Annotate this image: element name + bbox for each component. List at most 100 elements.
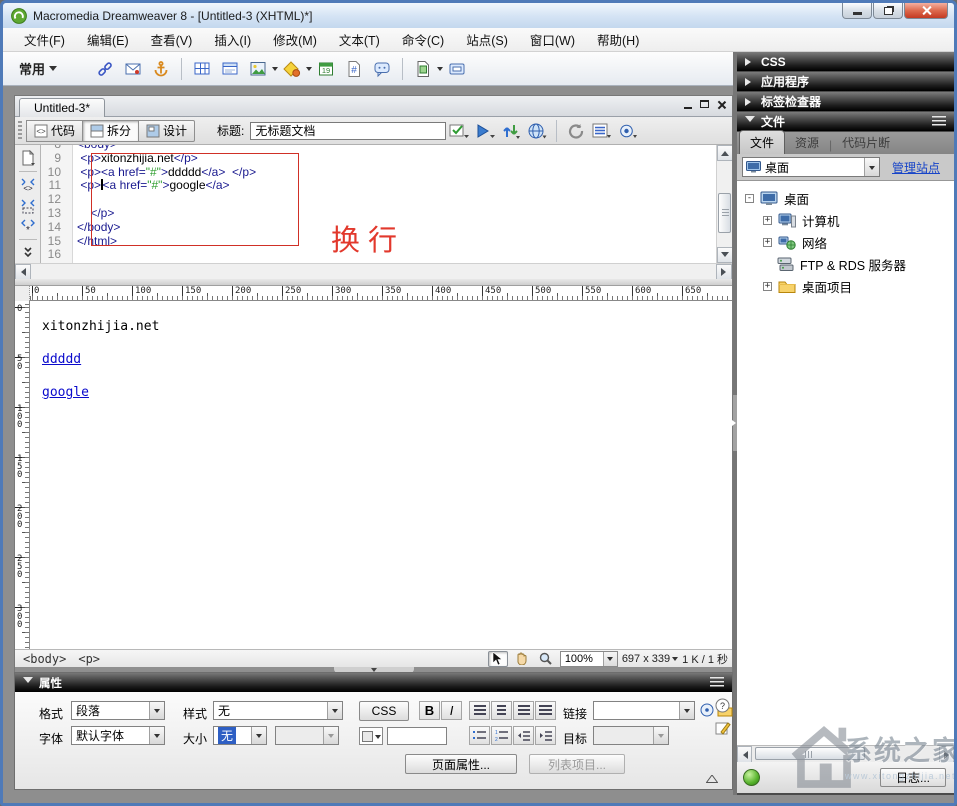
menu-site[interactable]: 站点(S) [455, 27, 519, 52]
style-select[interactable]: 无 [213, 701, 343, 720]
quick-tag-edit-icon[interactable] [715, 720, 731, 736]
code-line[interactable]: 10 <p><a href="#">ddddd</a> </p> [41, 166, 716, 180]
design-text[interactable]: xitonzhijia.net [42, 319, 159, 334]
css-button[interactable]: CSS [359, 701, 409, 721]
insert-div-icon[interactable] [218, 57, 242, 81]
tree-expander[interactable]: + [763, 238, 772, 247]
tree-expander[interactable]: + [763, 282, 772, 291]
open-documents-icon[interactable] [18, 148, 38, 168]
tree-expander[interactable]: + [763, 216, 772, 225]
tree-item-ftp-rds-server[interactable]: FTP & RDS 服务器 [777, 254, 906, 274]
insert-category-dropdown-icon[interactable] [49, 66, 57, 75]
insert-date-icon[interactable]: 19 [314, 57, 338, 81]
menu-edit[interactable]: 编辑(E) [76, 27, 140, 52]
more-tools-chevron-icon[interactable] [18, 243, 38, 263]
menu-modify[interactable]: 修改(M) [262, 27, 328, 52]
scroll-right-button[interactable] [939, 746, 954, 763]
menu-help[interactable]: 帮助(H) [586, 27, 650, 52]
scroll-thumb[interactable] [755, 747, 865, 760]
unordered-list-button[interactable] [469, 726, 490, 745]
templates-dropdown-icon[interactable] [437, 67, 443, 74]
tree-expander[interactable]: - [745, 194, 754, 203]
doc-restore-icon[interactable] [700, 100, 709, 108]
doc-minimize-icon[interactable] [684, 107, 692, 109]
menu-insert[interactable]: 插入(I) [203, 27, 262, 52]
menu-commands[interactable]: 命令(C) [391, 27, 455, 52]
image-dropdown-icon[interactable] [272, 67, 278, 74]
refresh-icon[interactable] [563, 120, 589, 142]
panel-options-icon[interactable] [710, 677, 724, 688]
validate-markup-icon[interactable] [446, 120, 472, 142]
code-line[interactable]: 9 <p>xitonzhijia.net</p> [41, 152, 716, 166]
site-select[interactable]: 桌面 [742, 157, 880, 177]
hand-tool[interactable] [512, 651, 532, 667]
named-anchor-icon[interactable] [149, 57, 173, 81]
link-select[interactable] [593, 701, 695, 720]
tree-item-desktop[interactable]: - 桌面 [745, 188, 809, 208]
page-properties-button[interactable]: 页面属性... [405, 754, 517, 774]
align-left-button[interactable] [469, 701, 490, 720]
code-view[interactable]: 8<body> 9 <p>xitonzhijia.net</p> 10 <p><… [15, 145, 732, 263]
tab-snippets[interactable]: 代码片断 [832, 131, 900, 154]
files-panel-header[interactable]: 文件 [737, 112, 954, 131]
text-color-picker[interactable] [359, 727, 383, 745]
minimize-button[interactable] [842, 3, 872, 19]
split-view-button[interactable]: 拆分 [82, 120, 138, 142]
expand-all-icon[interactable]: * [18, 216, 38, 236]
tab-files[interactable]: 文件 [739, 130, 785, 154]
scroll-left-button[interactable] [15, 264, 31, 280]
view-options-icon[interactable] [589, 120, 615, 142]
size-select[interactable]: 无 [213, 726, 267, 745]
point-to-file-icon[interactable] [699, 702, 715, 718]
collapse-full-tag-icon[interactable]: <> [18, 175, 38, 195]
design-link-google[interactable]: google [42, 385, 89, 400]
css-panel-header[interactable]: CSS [737, 52, 954, 71]
tag-selector-body[interactable]: <body> [23, 652, 66, 666]
tab-assets[interactable]: 资源 [785, 131, 829, 154]
collapse-selection-icon[interactable] [18, 195, 38, 215]
tag-inspector-panel-header[interactable]: 标签检查器 [737, 92, 954, 111]
help-icon[interactable]: ? [715, 698, 730, 713]
media-dropdown-icon[interactable] [306, 67, 312, 74]
select-tool[interactable] [488, 651, 508, 667]
files-horizontal-scrollbar[interactable] [737, 745, 954, 762]
email-link-icon[interactable] [121, 57, 145, 81]
document-tab[interactable]: Untitled-3* [19, 98, 105, 117]
menu-view[interactable]: 查看(V) [140, 27, 204, 52]
scroll-down-button[interactable] [717, 247, 732, 263]
zoom-tool[interactable] [536, 651, 556, 667]
tag-selector-p[interactable]: <p> [78, 652, 100, 666]
restore-button[interactable] [873, 3, 903, 19]
collapse-triangle-icon[interactable] [706, 775, 718, 783]
insert-table-icon[interactable] [190, 57, 214, 81]
templates-icon[interactable] [411, 57, 435, 81]
font-select[interactable]: 默认字体 [71, 726, 165, 745]
design-link-ddddd[interactable]: ddddd [42, 352, 81, 367]
scroll-right-button[interactable] [716, 264, 732, 280]
hyperlink-icon[interactable] [93, 57, 117, 81]
align-right-button[interactable] [513, 701, 534, 720]
doc-title-input[interactable] [250, 122, 446, 140]
server-include-icon[interactable]: # [342, 57, 366, 81]
bold-button[interactable]: B [419, 701, 440, 720]
ordered-list-button[interactable]: 12 [491, 726, 512, 745]
menu-window[interactable]: 窗口(W) [519, 27, 586, 52]
align-justify-button[interactable] [535, 701, 556, 720]
doc-close-icon[interactable] [717, 100, 726, 109]
visual-aids-icon[interactable] [615, 120, 641, 142]
code-view-button[interactable]: <> 代码 [26, 120, 82, 142]
insert-category-label[interactable]: 常用 [19, 59, 45, 78]
insert-media-icon[interactable] [280, 57, 304, 81]
panel-options-icon[interactable] [932, 116, 946, 127]
manage-sites-link[interactable]: 管理站点 [892, 159, 940, 176]
code-line[interactable]: 12 [41, 193, 716, 207]
indent-button[interactable] [535, 726, 556, 745]
application-panel-header[interactable]: 应用程序 [737, 72, 954, 91]
design-view-button[interactable]: 设计 [138, 120, 195, 142]
file-management-icon[interactable] [498, 120, 524, 142]
log-button[interactable]: 日志... [880, 768, 946, 787]
align-center-button[interactable] [491, 701, 512, 720]
preview-debug-icon[interactable] [472, 120, 498, 142]
preview-browser-globe-icon[interactable] [524, 120, 550, 142]
insert-image-icon[interactable] [246, 57, 270, 81]
